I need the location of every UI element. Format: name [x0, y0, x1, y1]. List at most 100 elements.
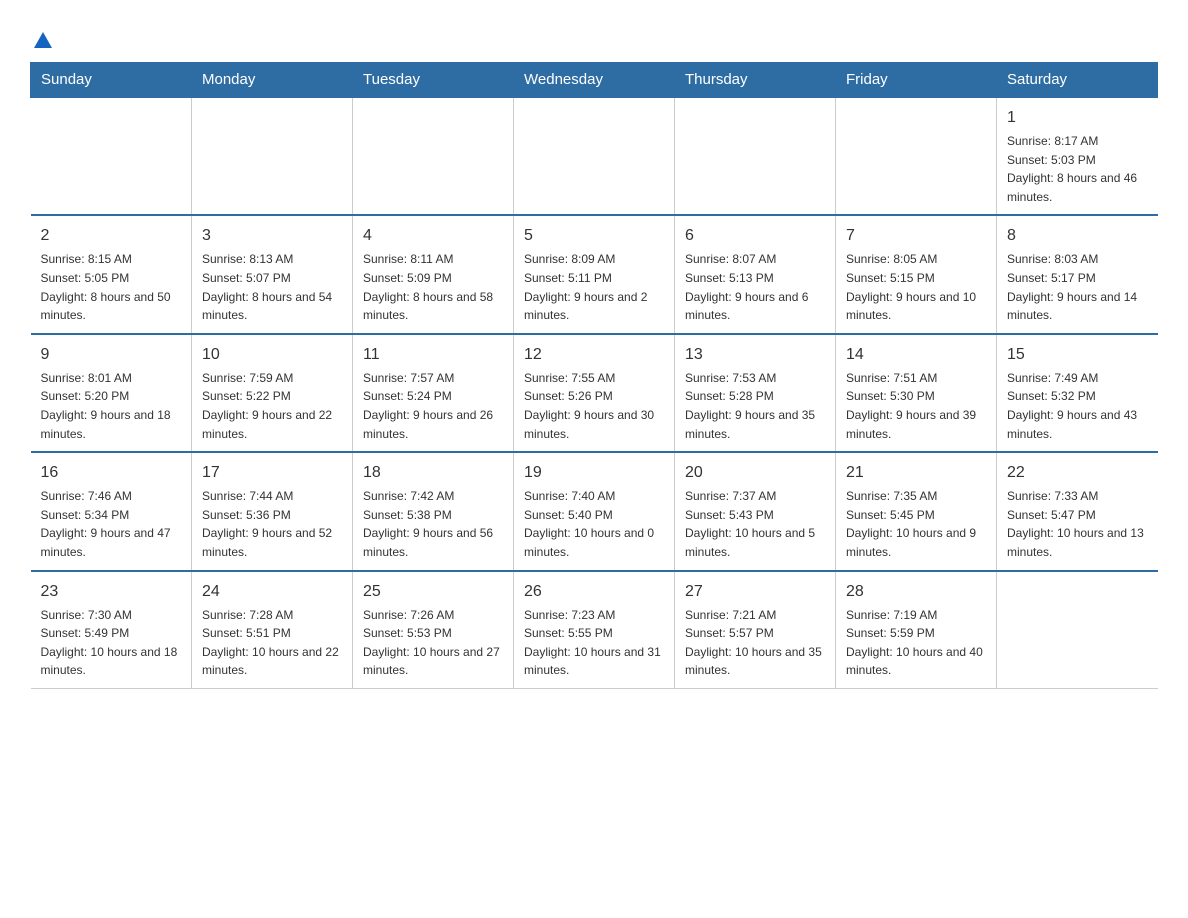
day-info: Sunrise: 8:13 AMSunset: 5:07 PMDaylight:…: [202, 250, 342, 324]
day-number: 11: [363, 343, 503, 367]
day-info: Sunrise: 8:07 AMSunset: 5:13 PMDaylight:…: [685, 250, 825, 324]
day-number: 23: [41, 580, 182, 604]
calendar-day-cell: [836, 97, 997, 215]
day-number: 21: [846, 461, 986, 485]
calendar-day-cell: [997, 571, 1158, 689]
calendar-day-cell: 22Sunrise: 7:33 AMSunset: 5:47 PMDayligh…: [997, 452, 1158, 570]
day-number: 6: [685, 224, 825, 248]
calendar-day-cell: 10Sunrise: 7:59 AMSunset: 5:22 PMDayligh…: [192, 334, 353, 452]
day-info: Sunrise: 7:23 AMSunset: 5:55 PMDaylight:…: [524, 606, 664, 680]
day-number: 17: [202, 461, 342, 485]
day-info: Sunrise: 8:09 AMSunset: 5:11 PMDaylight:…: [524, 250, 664, 324]
calendar-table: SundayMondayTuesdayWednesdayThursdayFrid…: [30, 62, 1158, 689]
logo: [30, 20, 56, 52]
calendar-header-row: SundayMondayTuesdayWednesdayThursdayFrid…: [31, 63, 1158, 98]
calendar-day-cell: [31, 97, 192, 215]
day-number: 5: [524, 224, 664, 248]
day-number: 16: [41, 461, 182, 485]
day-info: Sunrise: 7:55 AMSunset: 5:26 PMDaylight:…: [524, 369, 664, 443]
day-number: 28: [846, 580, 986, 604]
day-number: 4: [363, 224, 503, 248]
day-header-sunday: Sunday: [31, 63, 192, 98]
day-info: Sunrise: 7:21 AMSunset: 5:57 PMDaylight:…: [685, 606, 825, 680]
day-number: 15: [1007, 343, 1148, 367]
calendar-day-cell: [675, 97, 836, 215]
calendar-day-cell: 5Sunrise: 8:09 AMSunset: 5:11 PMDaylight…: [514, 215, 675, 333]
day-info: Sunrise: 8:01 AMSunset: 5:20 PMDaylight:…: [41, 369, 182, 443]
day-info: Sunrise: 7:44 AMSunset: 5:36 PMDaylight:…: [202, 487, 342, 561]
calendar-day-cell: 23Sunrise: 7:30 AMSunset: 5:49 PMDayligh…: [31, 571, 192, 689]
day-info: Sunrise: 7:37 AMSunset: 5:43 PMDaylight:…: [685, 487, 825, 561]
calendar-day-cell: 1Sunrise: 8:17 AMSunset: 5:03 PMDaylight…: [997, 97, 1158, 215]
day-number: 19: [524, 461, 664, 485]
calendar-day-cell: 15Sunrise: 7:49 AMSunset: 5:32 PMDayligh…: [997, 334, 1158, 452]
day-number: 26: [524, 580, 664, 604]
logo-flag-icon: [32, 30, 54, 52]
calendar-day-cell: 8Sunrise: 8:03 AMSunset: 5:17 PMDaylight…: [997, 215, 1158, 333]
day-info: Sunrise: 7:33 AMSunset: 5:47 PMDaylight:…: [1007, 487, 1148, 561]
calendar-day-cell: [192, 97, 353, 215]
day-info: Sunrise: 8:15 AMSunset: 5:05 PMDaylight:…: [41, 250, 182, 324]
day-number: 25: [363, 580, 503, 604]
day-header-friday: Friday: [836, 63, 997, 98]
calendar-day-cell: 14Sunrise: 7:51 AMSunset: 5:30 PMDayligh…: [836, 334, 997, 452]
calendar-day-cell: 6Sunrise: 8:07 AMSunset: 5:13 PMDaylight…: [675, 215, 836, 333]
calendar-week-row: 2Sunrise: 8:15 AMSunset: 5:05 PMDaylight…: [31, 215, 1158, 333]
calendar-day-cell: 28Sunrise: 7:19 AMSunset: 5:59 PMDayligh…: [836, 571, 997, 689]
calendar-day-cell: 26Sunrise: 7:23 AMSunset: 5:55 PMDayligh…: [514, 571, 675, 689]
day-header-thursday: Thursday: [675, 63, 836, 98]
day-header-monday: Monday: [192, 63, 353, 98]
day-info: Sunrise: 8:05 AMSunset: 5:15 PMDaylight:…: [846, 250, 986, 324]
day-number: 7: [846, 224, 986, 248]
day-info: Sunrise: 7:53 AMSunset: 5:28 PMDaylight:…: [685, 369, 825, 443]
day-number: 27: [685, 580, 825, 604]
calendar-day-cell: 17Sunrise: 7:44 AMSunset: 5:36 PMDayligh…: [192, 452, 353, 570]
day-info: Sunrise: 7:59 AMSunset: 5:22 PMDaylight:…: [202, 369, 342, 443]
day-header-tuesday: Tuesday: [353, 63, 514, 98]
day-number: 9: [41, 343, 182, 367]
day-info: Sunrise: 7:19 AMSunset: 5:59 PMDaylight:…: [846, 606, 986, 680]
calendar-day-cell: 27Sunrise: 7:21 AMSunset: 5:57 PMDayligh…: [675, 571, 836, 689]
day-number: 20: [685, 461, 825, 485]
day-info: Sunrise: 7:30 AMSunset: 5:49 PMDaylight:…: [41, 606, 182, 680]
day-info: Sunrise: 8:17 AMSunset: 5:03 PMDaylight:…: [1007, 132, 1148, 206]
calendar-day-cell: 4Sunrise: 8:11 AMSunset: 5:09 PMDaylight…: [353, 215, 514, 333]
day-info: Sunrise: 7:40 AMSunset: 5:40 PMDaylight:…: [524, 487, 664, 561]
calendar-day-cell: 3Sunrise: 8:13 AMSunset: 5:07 PMDaylight…: [192, 215, 353, 333]
calendar-day-cell: 13Sunrise: 7:53 AMSunset: 5:28 PMDayligh…: [675, 334, 836, 452]
calendar-day-cell: 19Sunrise: 7:40 AMSunset: 5:40 PMDayligh…: [514, 452, 675, 570]
day-info: Sunrise: 7:42 AMSunset: 5:38 PMDaylight:…: [363, 487, 503, 561]
calendar-day-cell: 25Sunrise: 7:26 AMSunset: 5:53 PMDayligh…: [353, 571, 514, 689]
calendar-day-cell: 21Sunrise: 7:35 AMSunset: 5:45 PMDayligh…: [836, 452, 997, 570]
calendar-day-cell: 9Sunrise: 8:01 AMSunset: 5:20 PMDaylight…: [31, 334, 192, 452]
day-number: 24: [202, 580, 342, 604]
calendar-day-cell: 11Sunrise: 7:57 AMSunset: 5:24 PMDayligh…: [353, 334, 514, 452]
day-header-wednesday: Wednesday: [514, 63, 675, 98]
page-header: [30, 20, 1158, 52]
day-number: 22: [1007, 461, 1148, 485]
calendar-week-row: 23Sunrise: 7:30 AMSunset: 5:49 PMDayligh…: [31, 571, 1158, 689]
calendar-day-cell: 7Sunrise: 8:05 AMSunset: 5:15 PMDaylight…: [836, 215, 997, 333]
day-number: 2: [41, 224, 182, 248]
day-info: Sunrise: 7:57 AMSunset: 5:24 PMDaylight:…: [363, 369, 503, 443]
calendar-day-cell: 12Sunrise: 7:55 AMSunset: 5:26 PMDayligh…: [514, 334, 675, 452]
day-info: Sunrise: 7:49 AMSunset: 5:32 PMDaylight:…: [1007, 369, 1148, 443]
calendar-day-cell: 2Sunrise: 8:15 AMSunset: 5:05 PMDaylight…: [31, 215, 192, 333]
day-info: Sunrise: 8:03 AMSunset: 5:17 PMDaylight:…: [1007, 250, 1148, 324]
day-header-saturday: Saturday: [997, 63, 1158, 98]
day-info: Sunrise: 7:51 AMSunset: 5:30 PMDaylight:…: [846, 369, 986, 443]
day-info: Sunrise: 7:46 AMSunset: 5:34 PMDaylight:…: [41, 487, 182, 561]
day-info: Sunrise: 7:28 AMSunset: 5:51 PMDaylight:…: [202, 606, 342, 680]
day-number: 1: [1007, 106, 1148, 130]
day-number: 18: [363, 461, 503, 485]
calendar-day-cell: 20Sunrise: 7:37 AMSunset: 5:43 PMDayligh…: [675, 452, 836, 570]
day-number: 8: [1007, 224, 1148, 248]
day-info: Sunrise: 8:11 AMSunset: 5:09 PMDaylight:…: [363, 250, 503, 324]
calendar-day-cell: 16Sunrise: 7:46 AMSunset: 5:34 PMDayligh…: [31, 452, 192, 570]
day-number: 10: [202, 343, 342, 367]
day-info: Sunrise: 7:26 AMSunset: 5:53 PMDaylight:…: [363, 606, 503, 680]
day-number: 3: [202, 224, 342, 248]
calendar-day-cell: [353, 97, 514, 215]
calendar-day-cell: 24Sunrise: 7:28 AMSunset: 5:51 PMDayligh…: [192, 571, 353, 689]
calendar-week-row: 16Sunrise: 7:46 AMSunset: 5:34 PMDayligh…: [31, 452, 1158, 570]
